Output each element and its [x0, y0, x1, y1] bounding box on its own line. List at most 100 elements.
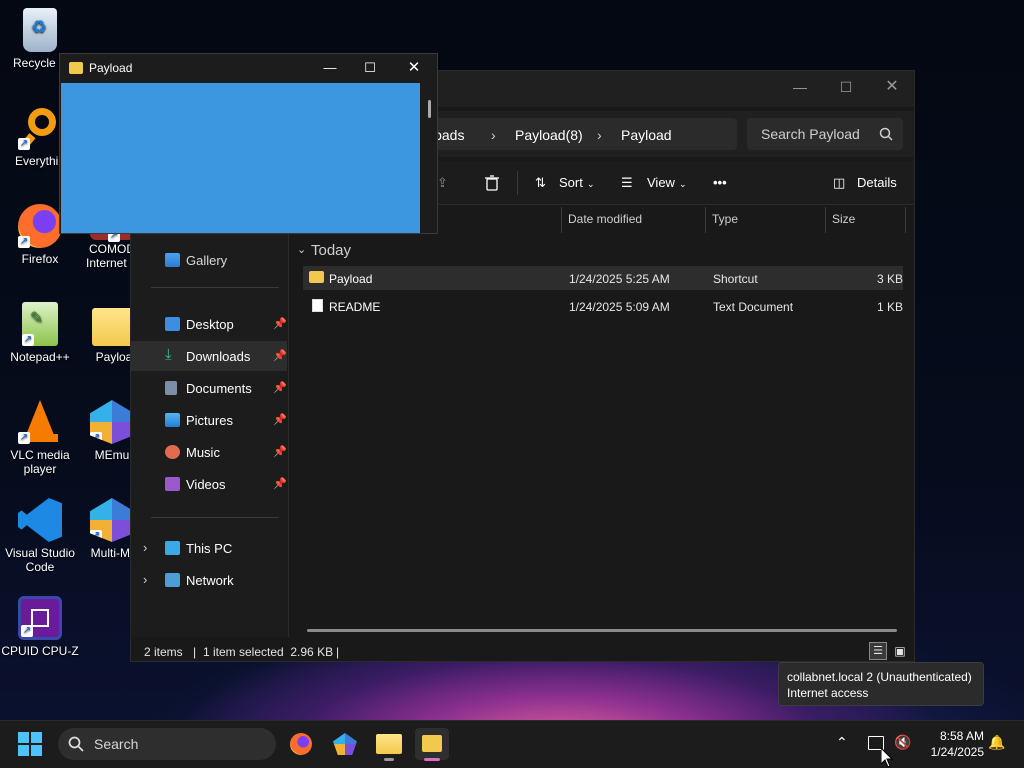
- chevron-right-icon[interactable]: ›: [143, 540, 147, 555]
- videos-icon: [165, 477, 180, 491]
- vertical-scrollbar[interactable]: [428, 100, 431, 118]
- details-pane-icon: ◫: [833, 175, 846, 190]
- memu-icon: ↗: [90, 400, 134, 444]
- system-clock[interactable]: 8:58 AM 1/24/2025: [918, 728, 984, 760]
- start-button[interactable]: [18, 732, 44, 756]
- horizontal-scrollbar[interactable]: [307, 629, 897, 632]
- column-separator[interactable]: [561, 207, 562, 233]
- shortcut-arrow-icon: ↗: [18, 236, 30, 248]
- chevron-down-icon: ⌄: [587, 179, 595, 189]
- details-button[interactable]: Details: [857, 175, 897, 190]
- sidebar-item-documents[interactable]: Documents 📌: [131, 373, 287, 403]
- sidebar-item-desktop[interactable]: Desktop 📌: [131, 309, 287, 339]
- shortcut-folder-icon: [309, 271, 324, 283]
- taskbar-payload-app[interactable]: [415, 728, 449, 761]
- taskbar-search-box[interactable]: Search: [58, 728, 276, 760]
- group-collapse-icon[interactable]: ⌄: [297, 243, 306, 256]
- desktop-icon-vlc[interactable]: ↗ VLC media player: [0, 400, 80, 476]
- payload-window-title: Payload: [89, 61, 133, 75]
- notepadpp-icon: ✎ ↗: [22, 302, 58, 346]
- explorer-close-button[interactable]: ✕: [869, 71, 915, 103]
- payload-app-window: Payload — ☐ ✕: [59, 53, 438, 234]
- sidebar-item-videos[interactable]: Videos 📌: [131, 469, 287, 499]
- column-size[interactable]: Size: [832, 212, 855, 226]
- pin-icon[interactable]: 📌: [273, 381, 287, 394]
- volume-muted-icon[interactable]: 🔇: [894, 734, 911, 751]
- payload-minimize-button[interactable]: —: [310, 56, 350, 80]
- pin-icon[interactable]: 📌: [273, 349, 287, 362]
- taskbar-app-pentagon[interactable]: [328, 728, 362, 760]
- clock-date: 1/24/2025: [930, 745, 984, 759]
- payload-maximize-button[interactable]: ☐: [350, 56, 390, 80]
- music-icon: [165, 445, 180, 459]
- search-icon: [68, 736, 84, 752]
- mouse-cursor-icon: [881, 748, 893, 768]
- column-separator[interactable]: [825, 207, 826, 233]
- file-row-payload[interactable]: Payload 1/24/2025 5:25 AM Shortcut 3 KB: [303, 266, 903, 290]
- sort-button[interactable]: Sort: [559, 175, 583, 190]
- status-bar: 2 items | 1 item selected 2.96 KB | ☰ ▣: [131, 641, 914, 663]
- column-separator[interactable]: [705, 207, 706, 233]
- sidebar-item-network[interactable]: › Network: [131, 565, 287, 595]
- view-button[interactable]: View: [647, 175, 675, 190]
- cpuz-icon: ↗: [18, 596, 62, 640]
- sidebar-item-pictures[interactable]: Pictures 📌: [131, 405, 287, 435]
- pin-icon[interactable]: 📌: [273, 477, 287, 490]
- sidebar-item-gallery[interactable]: Gallery: [131, 245, 287, 275]
- search-input[interactable]: Search Payload: [747, 118, 903, 150]
- column-type[interactable]: Type: [712, 212, 738, 226]
- pin-icon[interactable]: 📌: [273, 445, 287, 458]
- details-view-icon[interactable]: ☰: [869, 642, 887, 660]
- sidebar-item-this-pc[interactable]: › This PC: [131, 533, 287, 563]
- sidebar-item-downloads[interactable]: ⤓ Downloads 📌: [131, 341, 287, 371]
- vscode-icon: ↗: [18, 498, 62, 542]
- payload-canvas[interactable]: [61, 83, 420, 233]
- delete-icon[interactable]: [485, 175, 499, 191]
- desktop-icon-vscode[interactable]: ↗ Visual Studio Code: [0, 498, 80, 574]
- taskbar-firefox[interactable]: [284, 728, 318, 760]
- file-row-readme[interactable]: README 1/24/2025 5:09 AM Text Document 1…: [303, 294, 903, 318]
- group-header-today[interactable]: Today: [311, 242, 351, 259]
- app-window-icon: [69, 62, 83, 74]
- firefox-icon: [290, 733, 312, 755]
- this-pc-icon: [165, 541, 180, 555]
- notification-bell-icon[interactable]: 🔔: [988, 734, 1005, 751]
- navigation-pane: Gallery Desktop 📌 ⤓ Downloads 📌 Document…: [131, 207, 289, 637]
- file-date: 1/24/2025 5:09 AM: [569, 300, 670, 314]
- pin-icon[interactable]: 📌: [273, 413, 287, 426]
- breadcrumb-payload8[interactable]: Payload(8): [515, 127, 583, 143]
- gallery-icon: [165, 253, 180, 267]
- shortcut-arrow-icon: ↗: [21, 625, 33, 637]
- file-name: README: [329, 300, 381, 314]
- desktop-icon-label: CPUID CPU-Z: [1, 644, 79, 658]
- share-icon[interactable]: ⇪: [437, 175, 448, 191]
- show-hidden-icons-button[interactable]: ⌃: [836, 734, 848, 751]
- payload-close-button[interactable]: ✕: [394, 56, 434, 80]
- tiles-view-icon[interactable]: ▣: [891, 642, 909, 660]
- file-type: Shortcut: [713, 272, 758, 286]
- desktop-icon-label: Notepad++: [10, 350, 70, 364]
- nav-divider: [151, 287, 279, 288]
- breadcrumb-payload[interactable]: Payload: [621, 127, 672, 143]
- chevron-right-icon[interactable]: ›: [143, 572, 147, 587]
- pin-icon[interactable]: 📌: [273, 317, 287, 330]
- column-date-modified[interactable]: Date modified: [568, 212, 642, 226]
- status-item-count: 2 items: [144, 645, 183, 659]
- text-document-icon: [312, 299, 323, 312]
- running-indicator: [384, 758, 394, 761]
- file-type: Text Document: [713, 300, 794, 314]
- clock-time: 8:58 AM: [939, 729, 984, 743]
- more-options-button[interactable]: •••: [713, 175, 727, 190]
- taskbar-file-explorer[interactable]: [372, 728, 406, 761]
- recycle-bin-icon: ♻: [23, 8, 57, 52]
- column-separator[interactable]: [905, 207, 906, 233]
- chevron-down-icon: ⌄: [679, 179, 687, 189]
- shortcut-arrow-icon: ↗: [22, 334, 34, 346]
- sidebar-item-music[interactable]: Music 📌: [131, 437, 287, 467]
- desktop-icon-cpuz[interactable]: ↗ CPUID CPU-Z: [0, 596, 80, 658]
- sort-icon: ⇅: [535, 175, 546, 190]
- shortcut-arrow-icon: ↗: [90, 530, 102, 542]
- explorer-minimize-button[interactable]: —: [777, 71, 823, 103]
- desktop-icon-notepadpp[interactable]: ✎ ↗ Notepad++: [0, 302, 80, 364]
- explorer-maximize-button[interactable]: ☐: [823, 71, 869, 103]
